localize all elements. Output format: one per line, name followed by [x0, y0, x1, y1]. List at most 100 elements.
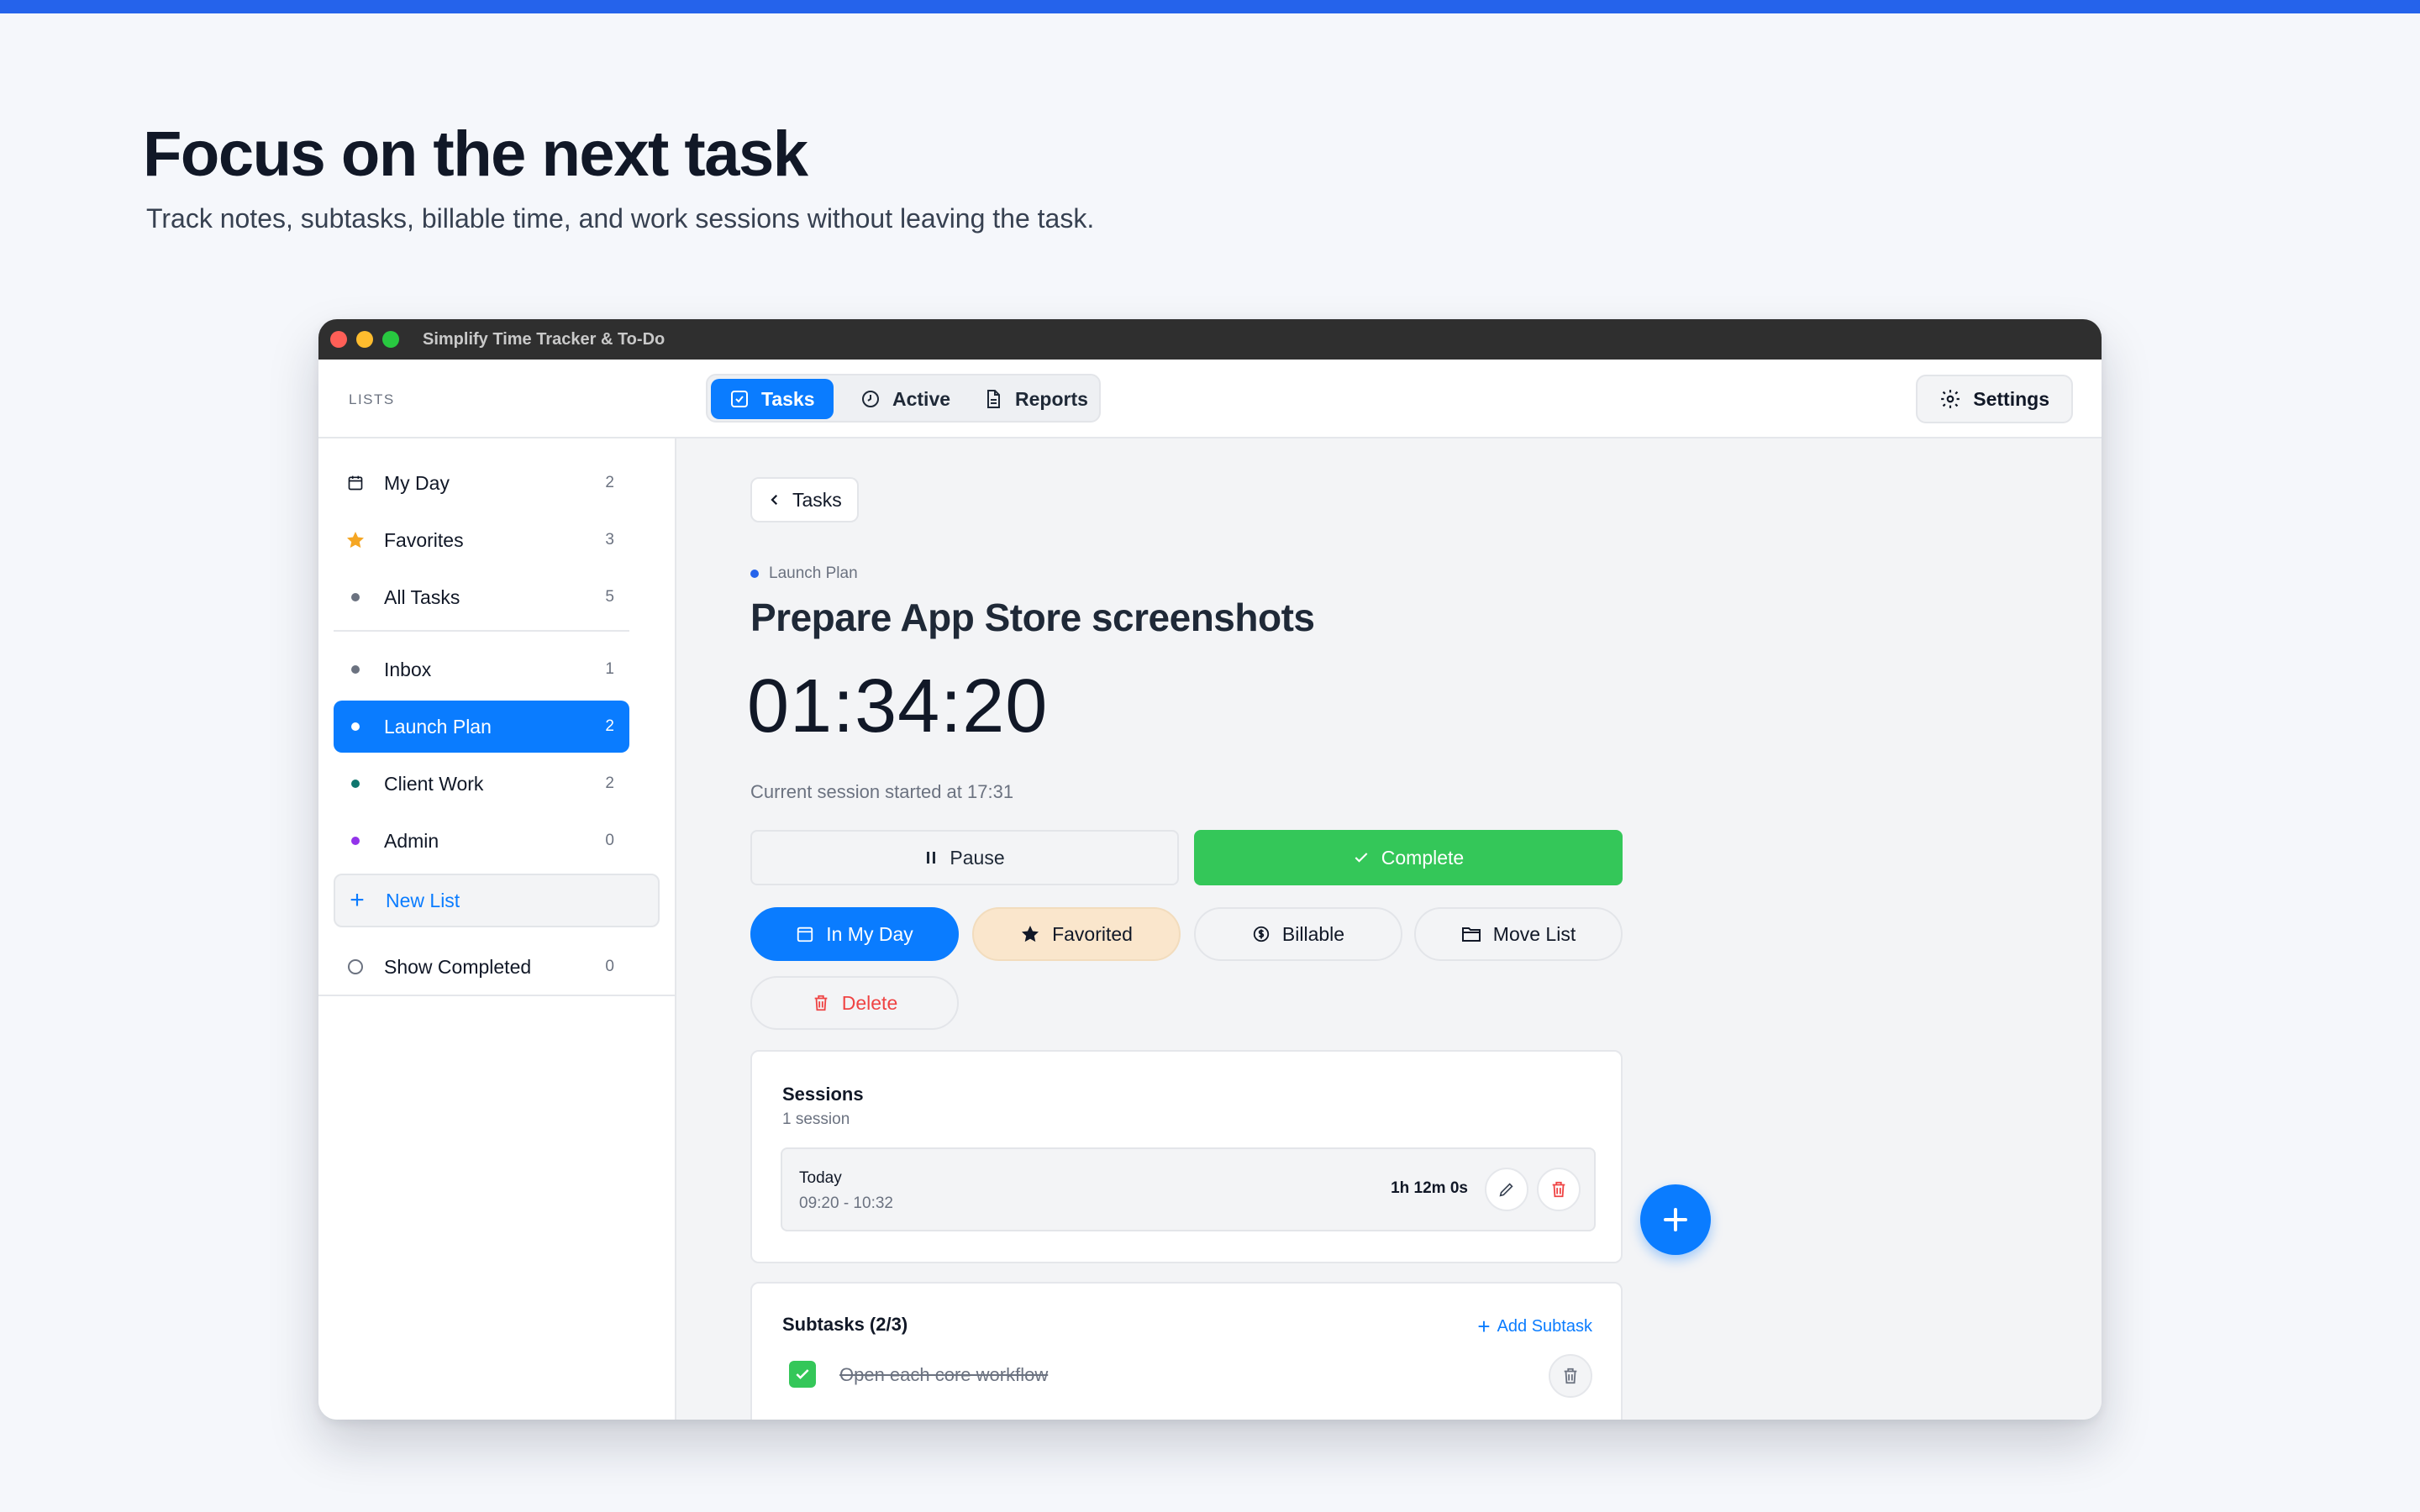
- hero-subtitle: Track notes, subtasks, billable time, an…: [146, 203, 1095, 234]
- pause-button[interactable]: Pause: [750, 830, 1179, 885]
- subtasks-title: Subtasks (2/3): [782, 1314, 908, 1335]
- tab-active-label: Active: [892, 387, 951, 410]
- sidebar-item-label: Admin: [384, 829, 439, 852]
- plus-icon: [1664, 1208, 1687, 1231]
- sidebar-item-label: Client Work: [384, 772, 484, 795]
- app-header: LISTS Tasks Active Reports Settings: [318, 360, 2102, 438]
- clock-icon: [862, 391, 879, 407]
- sidebar-item-client-work[interactable]: Client Work 2: [334, 758, 629, 810]
- task-detail: Tasks Launch Plan Prepare App Store scre…: [676, 438, 2102, 1420]
- task-timer: 01:34:20: [747, 664, 1049, 748]
- sidebar: My Day 2 Favorites 3 All Tasks 5 Inbox 1…: [318, 438, 676, 1420]
- sidebar-item-label: My Day: [384, 471, 450, 494]
- sidebar-item-count: 5: [605, 588, 614, 606]
- sidebar-item-my-day[interactable]: My Day 2: [334, 457, 629, 509]
- session-time-range: 09:20 - 10:32: [799, 1194, 893, 1212]
- subtask-text: Open each core workflow: [839, 1364, 1049, 1385]
- minimize-window-button[interactable]: [356, 331, 373, 348]
- back-label: Tasks: [792, 488, 842, 511]
- list-color-dot-icon: [345, 780, 366, 788]
- tab-reports[interactable]: Reports: [965, 379, 1107, 419]
- plus-icon: +: [1477, 1314, 1491, 1339]
- session-row: Today 09:20 - 10:32 1h 12m 0s: [781, 1147, 1596, 1231]
- pause-label: Pause: [950, 846, 1005, 869]
- list-color-dot-icon: [750, 570, 759, 578]
- session-duration: 1h 12m 0s: [1391, 1179, 1468, 1197]
- star-icon: [1022, 926, 1039, 942]
- delete-label: Delete: [841, 991, 898, 1014]
- sidebar-divider: [318, 995, 675, 996]
- settings-button[interactable]: Settings: [1916, 375, 2073, 423]
- sidebar-item-inbox[interactable]: Inbox 1: [334, 643, 629, 696]
- chevron-left-icon: [771, 494, 778, 506]
- hero-title: Focus on the next task: [143, 118, 808, 190]
- checkmark-icon: [1355, 853, 1368, 863]
- delete-subtask-button[interactable]: [1549, 1354, 1592, 1398]
- star-icon: [345, 530, 366, 550]
- add-task-fab[interactable]: [1640, 1184, 1711, 1255]
- billable-label: Billable: [1281, 922, 1345, 945]
- calendar-icon: [345, 475, 366, 491]
- sidebar-item-count: 2: [605, 774, 614, 792]
- sidebar-item-count: 2: [605, 717, 614, 735]
- main-tabs: Tasks Active Reports: [706, 374, 1101, 423]
- trash-icon: [1552, 1181, 1565, 1198]
- close-window-button[interactable]: [330, 331, 347, 348]
- app-window: Simplify Time Tracker & To-Do LISTS Task…: [318, 319, 2102, 1420]
- subtask-checkbox[interactable]: [789, 1361, 816, 1388]
- move-list-label: Move List: [1492, 922, 1576, 945]
- trash-icon: [814, 995, 828, 1011]
- show-completed-label: Show Completed: [384, 955, 532, 978]
- back-to-tasks-button[interactable]: Tasks: [750, 477, 859, 522]
- pencil-icon: [1499, 1183, 1513, 1197]
- new-list-label: New List: [386, 889, 460, 911]
- gear-icon: [1941, 390, 1960, 408]
- sidebar-item-label: Favorites: [384, 528, 464, 551]
- edit-session-button[interactable]: [1485, 1168, 1528, 1211]
- complete-button[interactable]: Complete: [1194, 830, 1623, 885]
- plus-icon: +: [350, 886, 365, 914]
- favorited-button[interactable]: Favorited: [972, 907, 1181, 961]
- sidebar-item-all-tasks[interactable]: All Tasks 5: [334, 571, 629, 623]
- complete-label: Complete: [1381, 846, 1465, 869]
- delete-session-button[interactable]: [1537, 1168, 1581, 1211]
- tab-tasks-label: Tasks: [761, 387, 815, 410]
- move-list-button[interactable]: Move List: [1414, 907, 1623, 961]
- lists-section-label: LISTS: [349, 391, 395, 407]
- sidebar-item-count: 2: [605, 474, 614, 491]
- sessions-count: 1 session: [782, 1110, 850, 1128]
- list-color-dot-icon: [345, 722, 366, 731]
- add-subtask-button[interactable]: + Add Subtask: [1477, 1314, 1592, 1340]
- new-list-button[interactable]: + New List: [334, 874, 660, 927]
- empty-circle-icon: [345, 958, 366, 975]
- sidebar-item-admin[interactable]: Admin 0: [334, 815, 629, 867]
- zoom-window-button[interactable]: [382, 331, 399, 348]
- sidebar-item-launch-plan[interactable]: Launch Plan 2: [334, 701, 629, 753]
- in-my-day-button[interactable]: In My Day: [750, 907, 959, 961]
- pause-icon: [927, 852, 936, 864]
- billable-button[interactable]: Billable: [1194, 907, 1402, 961]
- delete-task-button[interactable]: Delete: [750, 976, 959, 1030]
- settings-label: Settings: [1973, 387, 2049, 410]
- tab-tasks[interactable]: Tasks: [711, 379, 834, 419]
- tab-reports-label: Reports: [1015, 387, 1088, 410]
- subtasks-card: Subtasks (2/3) + Add Subtask Open each c…: [750, 1282, 1623, 1420]
- tab-active[interactable]: Active: [842, 379, 969, 419]
- checkbox-icon: [731, 391, 748, 407]
- window-title: Simplify Time Tracker & To-Do: [423, 330, 666, 349]
- sidebar-item-count: 0: [605, 832, 614, 849]
- sidebar-item-label: All Tasks: [384, 585, 460, 608]
- session-started-text: Current session started at 17:31: [750, 781, 1014, 802]
- sessions-card: Sessions 1 session Today 09:20 - 10:32 1…: [750, 1050, 1623, 1263]
- dollar-circle-icon: [1253, 926, 1270, 942]
- show-completed-toggle[interactable]: Show Completed 0: [334, 941, 629, 993]
- window-titlebar: Simplify Time Tracker & To-Do: [318, 319, 2102, 360]
- top-accent-bar: [0, 0, 2420, 13]
- trash-icon: [1564, 1368, 1577, 1384]
- sidebar-item-favorites[interactable]: Favorites 3: [334, 514, 629, 566]
- sidebar-item-label: Inbox: [384, 658, 432, 680]
- add-subtask-label: Add Subtask: [1497, 1317, 1592, 1336]
- calendar-icon: [797, 927, 813, 942]
- in-my-day-label: In My Day: [826, 922, 913, 945]
- folder-icon: [1461, 927, 1481, 942]
